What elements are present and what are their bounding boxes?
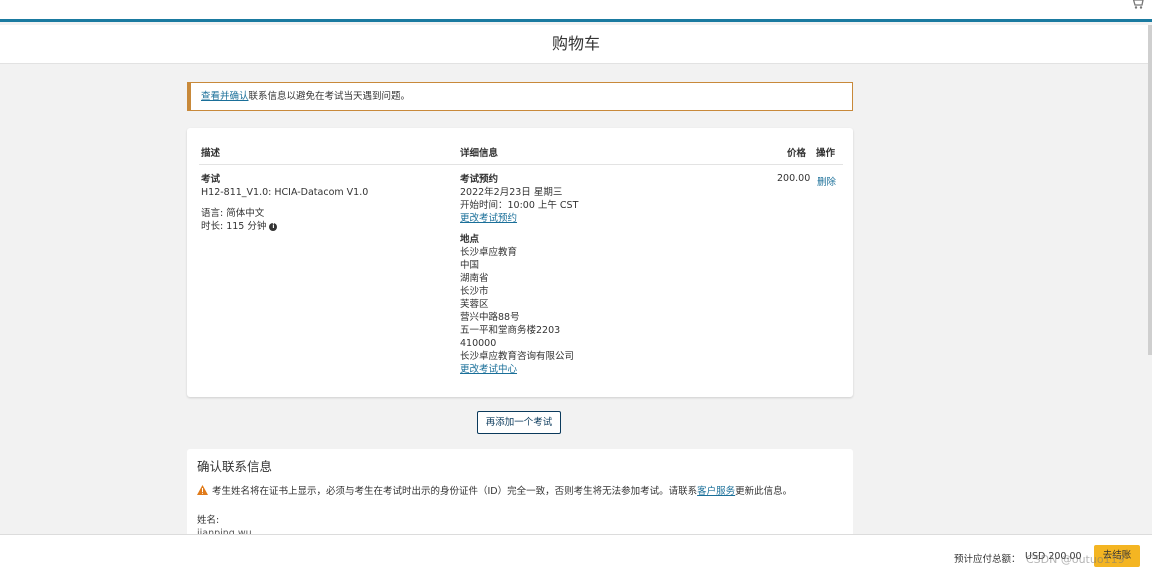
scrollbar[interactable] (1148, 25, 1152, 355)
delete-link[interactable]: 删除 (817, 174, 836, 188)
name-label: 姓名: (197, 515, 220, 526)
item-description: 考试 H12-811_V1.0: HCIA-Datacom V1.0 语言: 简… (201, 173, 368, 233)
review-contact-link[interactable]: 查看并确认 (201, 91, 249, 102)
contact-section-title: 确认联系信息 (197, 459, 273, 474)
cart-item-card: 描述 详细信息 价格 操作 考试 H12-811_V1.0: HCIA-Data… (187, 128, 853, 397)
location-line: 湖南省 (460, 273, 489, 284)
warning-tail: 更新此信息。 (735, 486, 793, 497)
appointment-label: 考试预约 (460, 174, 499, 185)
exam-duration: 时长: 115 分钟 (201, 221, 267, 232)
column-header-action: 操作 (816, 148, 836, 159)
column-header-price: 价格 (787, 148, 807, 159)
appointment-date: 2022年2月23日 星期三 (460, 187, 563, 198)
alert-text: 联系信息以避免在考试当天遇到问题。 (248, 91, 411, 102)
column-header-description: 描述 (201, 148, 221, 159)
header-divider (199, 164, 843, 165)
column-header-details: 详细信息 (460, 148, 499, 159)
item-type: 考试 (201, 174, 221, 185)
appointment-start-time: 开始时间：10:00 上午 CST (460, 200, 579, 211)
add-another-exam-button[interactable]: 再添加一个考试 (477, 411, 561, 434)
estimated-total-label: 预计应付总额： (954, 554, 1021, 565)
location-label: 地点 (460, 234, 480, 245)
item-details: 考试预约 2022年2月23日 星期三 开始时间：10:00 上午 CST 更改… (460, 173, 578, 376)
contact-warning: 考生姓名将在证书上显示，必须与考生在考试时出示的身份证件（ID）完全一致，否则考… (197, 483, 792, 497)
location-line: 410000 (460, 338, 497, 349)
location-line: 中国 (460, 260, 480, 271)
location-line: 长沙卓应教育 (460, 247, 518, 258)
location-line: 长沙市 (460, 286, 489, 297)
exam-duration-row: 时长: 115 分钟 i (201, 220, 368, 233)
contact-alert: 查看并确认联系信息以避免在考试当天遇到问题。 (187, 82, 853, 111)
top-bar (0, 0, 1152, 22)
shopping-cart-icon[interactable] (1130, 0, 1144, 9)
change-appointment-link[interactable]: 更改考试预约 (460, 213, 517, 224)
warning-text: 考生姓名将在证书上显示，必须与考生在考试时出示的身份证件（ID）完全一致，否则考… (212, 486, 698, 497)
customer-service-link[interactable]: 客户服务 (697, 483, 735, 497)
location-line: 五一平和堂商务楼2203 (460, 325, 561, 336)
exam-code: H12-811_V1.0: HCIA-Datacom V1.0 (201, 187, 369, 198)
change-test-center-link[interactable]: 更改考试中心 (460, 364, 517, 375)
location-line: 营兴中路88号 (460, 312, 520, 323)
watermark-text: CSDN @outuo119 (1026, 553, 1125, 566)
item-price: 200.00 (777, 173, 811, 184)
info-icon[interactable]: i (269, 222, 278, 231)
location-line: 长沙卓应教育咨询有限公司 (460, 351, 575, 362)
checkout-footer: 预计应付总额： USD 200.00 去结账 (0, 534, 1152, 575)
exam-language: 语言: 简体中文 (201, 208, 265, 219)
page-header: 购物车 (0, 25, 1152, 64)
location-line: 芙蓉区 (460, 299, 489, 310)
page-title: 购物车 (551, 34, 600, 53)
warning-icon (197, 485, 208, 495)
